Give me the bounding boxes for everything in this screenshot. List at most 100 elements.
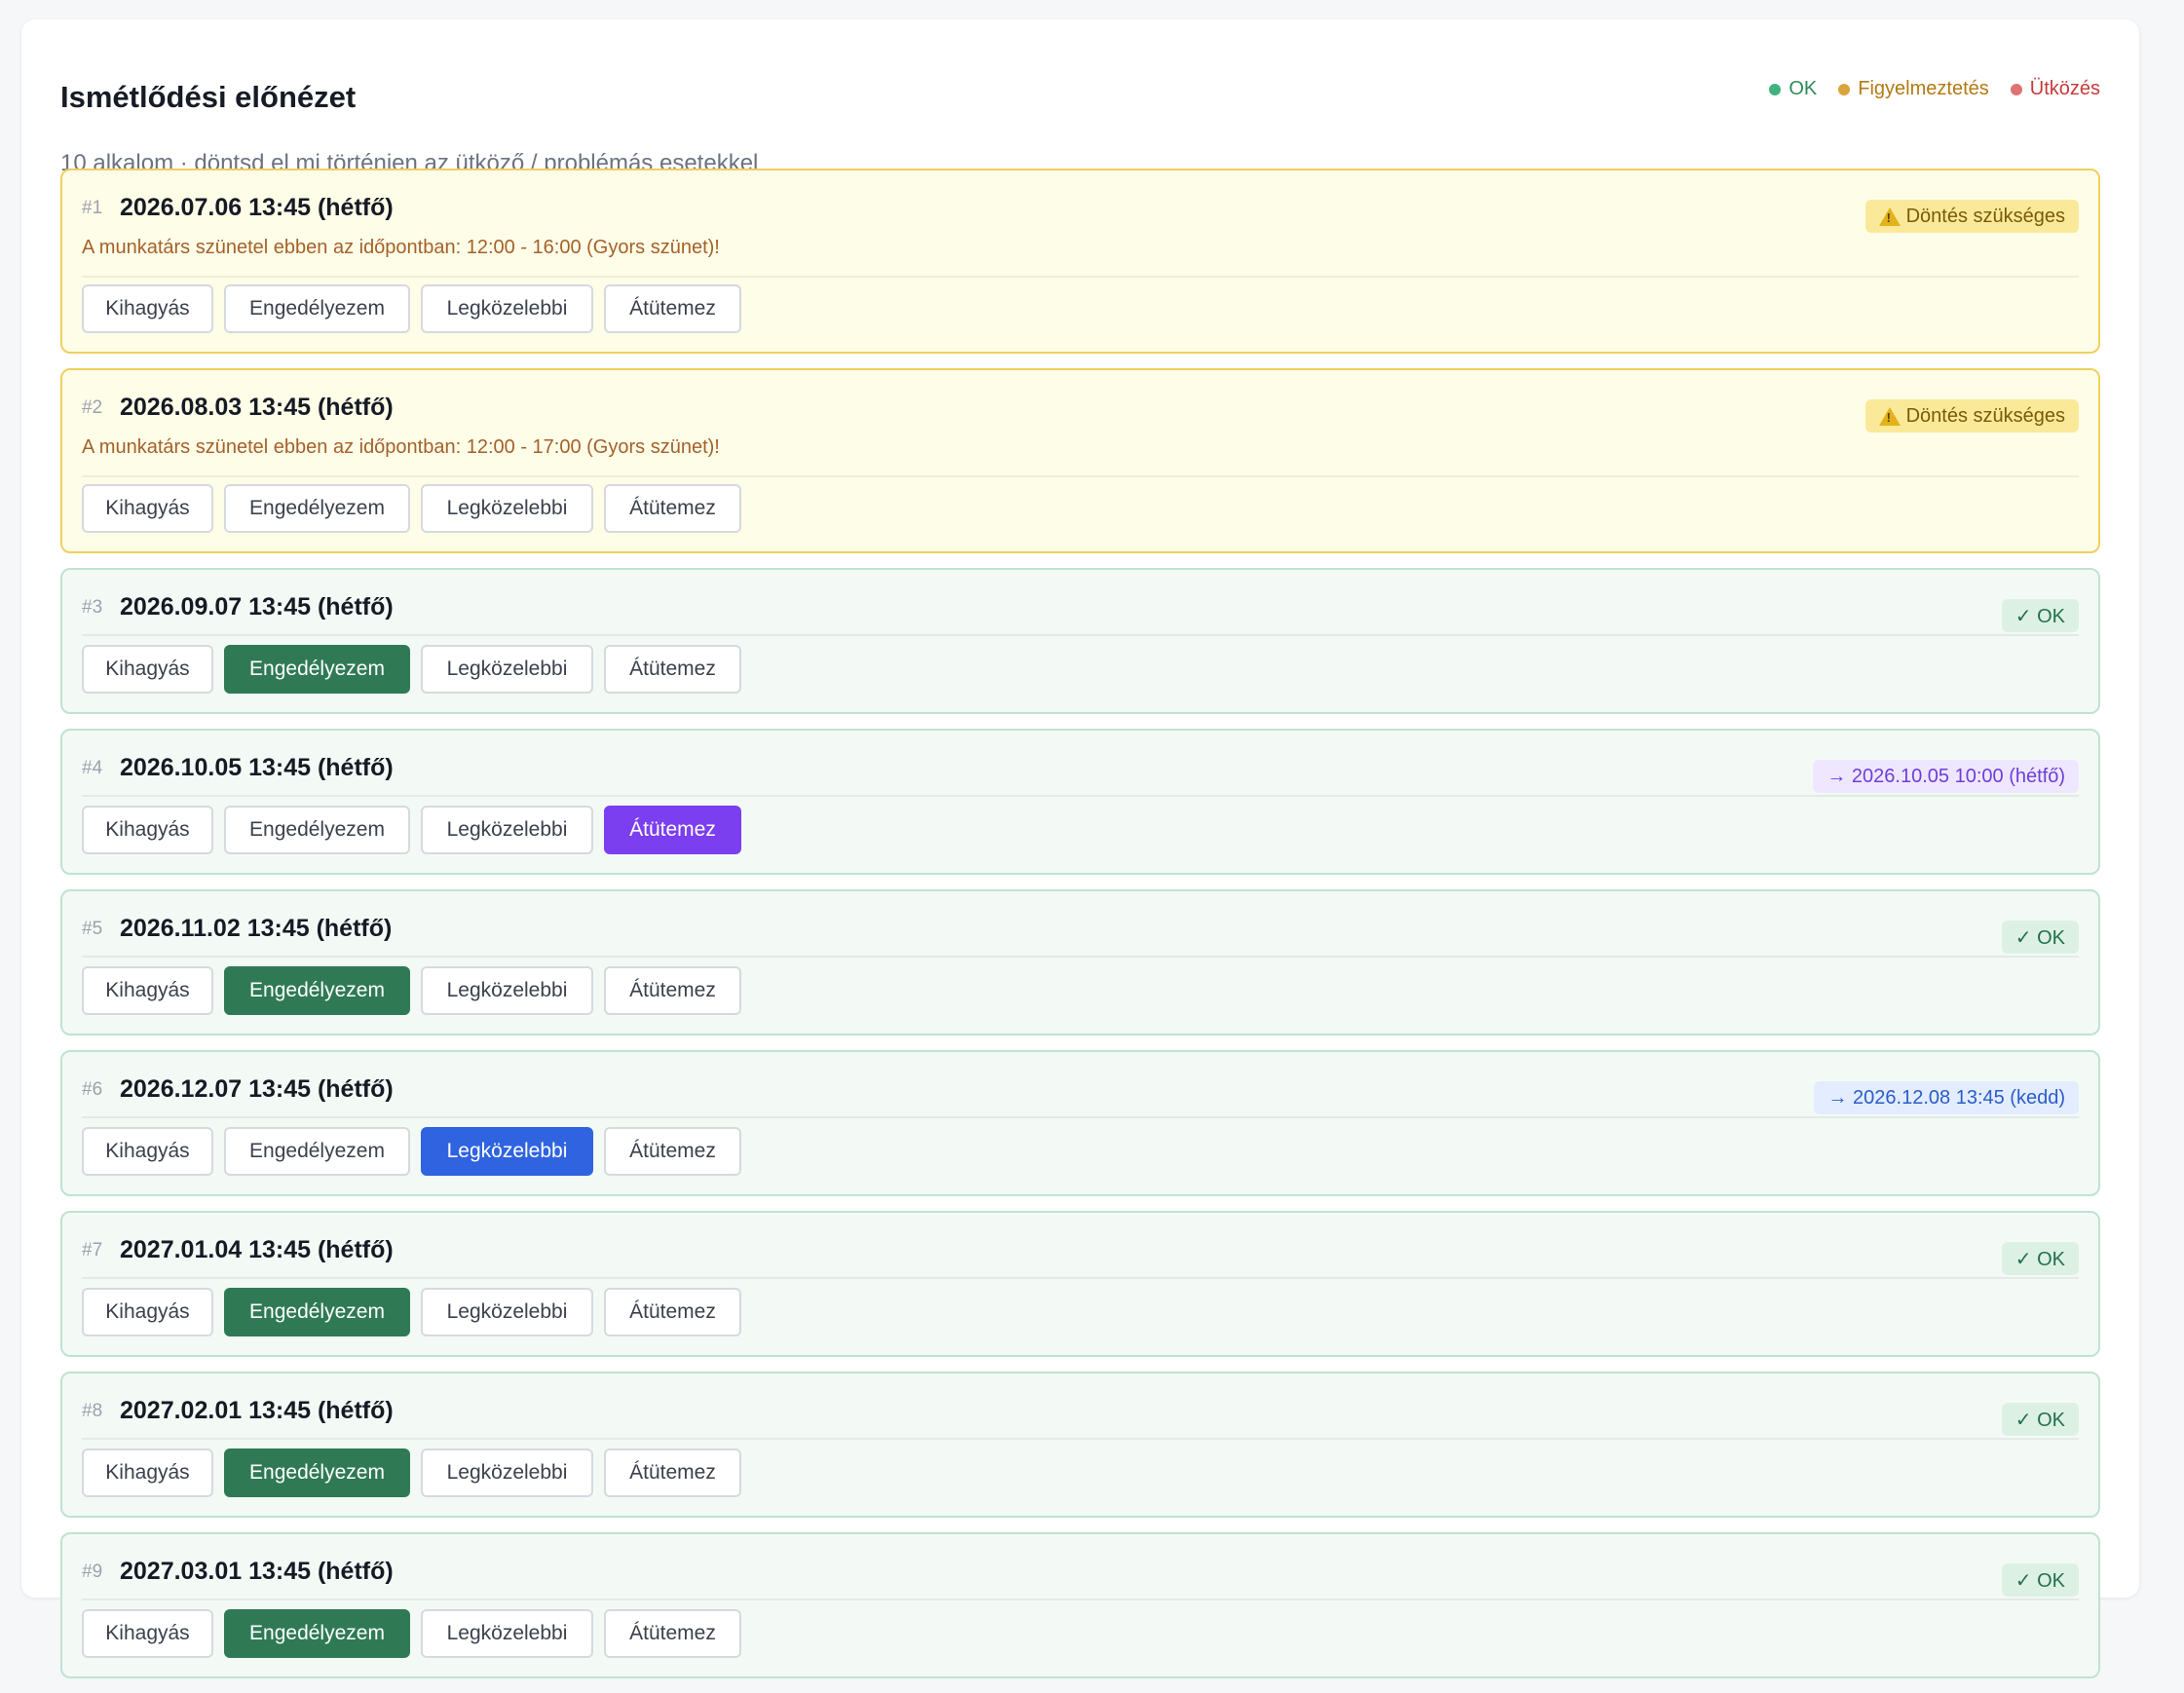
allow-button[interactable]: Engedélyezem xyxy=(224,966,410,1015)
occurrence-date: 2027.01.04 13:45 (hétfő) xyxy=(120,1236,394,1263)
occurrence-header: #3 2026.09.07 13:45 (hétfő) ✓ OK xyxy=(82,593,2079,632)
warning-dot-icon xyxy=(1838,83,1851,95)
occurrence-card: #1 2026.07.06 13:45 (hétfő) Döntés szükség… xyxy=(60,169,2100,354)
skip-button[interactable]: Kihagyás xyxy=(82,806,213,854)
reschedule-button[interactable]: Átütemez xyxy=(604,1609,741,1658)
occurrence-index: #1 xyxy=(82,198,103,218)
status-badge-label: Döntés szükséges xyxy=(1905,205,2065,227)
occurrence-actions: Kihagyás Engedélyezem Legközelebbi Átütemez xyxy=(82,966,741,1015)
warning-icon xyxy=(1878,207,1901,226)
status-badge: Döntés szükséges xyxy=(1864,399,2079,433)
divider xyxy=(82,1599,2079,1600)
occurrence-date: 2027.03.01 13:45 (hétfő) xyxy=(120,1558,394,1585)
legend-warning-label: Figyelmeztetés xyxy=(1858,78,1989,99)
allow-button[interactable]: Engedélyezem xyxy=(224,1127,410,1176)
nearest-button[interactable]: Legközelebbi xyxy=(421,1127,593,1176)
occurrence-index: #8 xyxy=(82,1401,103,1421)
nearest-button[interactable]: Legközelebbi xyxy=(421,1448,593,1497)
occurrence-list: #1 2026.07.06 13:45 (hétfő) Döntés szükség… xyxy=(60,169,2100,1693)
occurrence-card: #4 2026.10.05 13:45 (hétfő) → 2026.10.05 1… xyxy=(60,729,2100,875)
status-badge: → 2026.10.05 10:00 (hétfő) xyxy=(1813,760,2079,793)
divider xyxy=(82,1277,2079,1279)
occurrence-card: #2 2026.08.03 13:45 (hétfő) Döntés szükség… xyxy=(60,368,2100,553)
reschedule-button[interactable]: Átütemez xyxy=(604,1288,741,1336)
occurrence-date: 2027.02.01 13:45 (hétfő) xyxy=(120,1397,394,1424)
nearest-button[interactable]: Legközelebbi xyxy=(421,284,593,333)
allow-button[interactable]: Engedélyezem xyxy=(224,1609,410,1658)
occurrence-index: #7 xyxy=(82,1240,103,1260)
legend-ok-label: OK xyxy=(1789,78,1818,99)
legend-conflict-label: Ütközés xyxy=(2029,78,2100,99)
reschedule-button[interactable]: Átütemez xyxy=(604,806,741,854)
status-badge-label: → 2026.12.08 13:45 (kedd) xyxy=(1827,1086,2065,1109)
allow-button[interactable]: Engedélyezem xyxy=(224,1288,410,1336)
occurrence-header: #9 2027.03.01 13:45 (hétfő) ✓ OK xyxy=(82,1558,2079,1597)
occurrence-header: #6 2026.12.07 13:45 (hétfő) → 2026.12.08 1… xyxy=(82,1075,2079,1114)
skip-button[interactable]: Kihagyás xyxy=(82,966,213,1015)
skip-button[interactable]: Kihagyás xyxy=(82,645,213,694)
skip-button[interactable]: Kihagyás xyxy=(82,1288,213,1336)
occurrence-date: 2026.10.05 13:45 (hétfő) xyxy=(120,754,394,781)
ok-dot-icon xyxy=(1769,83,1782,95)
divider xyxy=(82,634,2079,636)
reschedule-button[interactable]: Átütemez xyxy=(604,484,741,533)
reschedule-button[interactable]: Átütemez xyxy=(604,1448,741,1497)
skip-button[interactable]: Kihagyás xyxy=(82,484,213,533)
skip-button[interactable]: Kihagyás xyxy=(82,1448,213,1497)
recurrence-preview-panel: Ismétlődési előnézet 10 alkalom · döntsd… xyxy=(21,19,2139,1678)
allow-button[interactable]: Engedélyezem xyxy=(224,1448,410,1497)
occurrence-index: #5 xyxy=(82,919,103,939)
status-badge: ✓ OK xyxy=(2001,921,2079,954)
reschedule-button[interactable]: Átütemez xyxy=(604,645,741,694)
occurrence-date: 2026.12.07 13:45 (hétfő) xyxy=(120,1075,394,1103)
warning-icon xyxy=(1878,406,1901,426)
legend-warning: Figyelmeztetés xyxy=(1838,78,1989,100)
skip-button[interactable]: Kihagyás xyxy=(82,284,213,333)
reschedule-button[interactable]: Átütemez xyxy=(604,284,741,333)
occurrence-card: #7 2027.01.04 13:45 (hétfő) ✓ OK Kihagyás En… xyxy=(60,1211,2100,1357)
occurrence-card: #6 2026.12.07 13:45 (hétfő) → 2026.12.08 1… xyxy=(60,1050,2100,1196)
nearest-button[interactable]: Legközelebbi xyxy=(421,1288,593,1336)
nearest-button[interactable]: Legközelebbi xyxy=(421,645,593,694)
status-badge-label: ✓ OK xyxy=(2015,1409,2065,1431)
occurrence-index: #6 xyxy=(82,1079,103,1100)
occurrence-actions: Kihagyás Engedélyezem Legközelebbi Átütemez xyxy=(82,806,741,854)
occurrence-header: #2 2026.08.03 13:45 (hétfő) Döntés szükség… xyxy=(82,394,2079,433)
occurrence-actions: Kihagyás Engedélyezem Legközelebbi Átütemez xyxy=(82,284,741,333)
allow-button[interactable]: Engedélyezem xyxy=(224,284,410,333)
occurrence-actions: Kihagyás Engedélyezem Legközelebbi Átütemez xyxy=(82,1127,741,1176)
status-badge-label: ✓ OK xyxy=(2015,926,2065,949)
divider xyxy=(82,795,2079,797)
divider xyxy=(82,276,2079,278)
occurrence-actions: Kihagyás Engedélyezem Legközelebbi Átütemez xyxy=(82,484,741,533)
skip-button[interactable]: Kihagyás xyxy=(82,1127,213,1176)
occurrence-header: #7 2027.01.04 13:45 (hétfő) ✓ OK xyxy=(82,1236,2079,1275)
status-badge: ✓ OK xyxy=(2001,1403,2079,1436)
occurrence-date: 2026.07.06 13:45 (hétfő) xyxy=(120,194,394,221)
conflict-message: A munkatárs szünetel ebben az időpontban… xyxy=(82,237,720,258)
allow-button[interactable]: Engedélyezem xyxy=(224,806,410,854)
occurrence-date: 2026.09.07 13:45 (hétfő) xyxy=(120,593,394,621)
nearest-button[interactable]: Legközelebbi xyxy=(421,966,593,1015)
skip-button[interactable]: Kihagyás xyxy=(82,1609,213,1658)
divider xyxy=(82,475,2079,477)
occurrence-card: #9 2027.03.01 13:45 (hétfő) ✓ OK Kihagyás En… xyxy=(60,1532,2100,1678)
status-badge: ✓ OK xyxy=(2001,1563,2079,1597)
nearest-button[interactable]: Legközelebbi xyxy=(421,1609,593,1658)
occurrence-actions: Kihagyás Engedélyezem Legközelebbi Átütemez xyxy=(82,1609,741,1658)
nearest-button[interactable]: Legközelebbi xyxy=(421,806,593,854)
reschedule-button[interactable]: Átütemez xyxy=(604,966,741,1015)
occurrence-index: #2 xyxy=(82,397,103,418)
occurrence-header: #1 2026.07.06 13:45 (hétfő) Döntés szükség… xyxy=(82,194,2079,233)
status-badge-label: ✓ OK xyxy=(2015,1569,2065,1592)
nearest-button[interactable]: Legközelebbi xyxy=(421,484,593,533)
occurrence-card: #5 2026.11.02 13:45 (hétfő) ✓ OK Kihagyás En… xyxy=(60,889,2100,1035)
occurrence-actions: Kihagyás Engedélyezem Legközelebbi Átütemez xyxy=(82,1288,741,1336)
allow-button[interactable]: Engedélyezem xyxy=(224,645,410,694)
status-badge-label: Döntés szükséges xyxy=(1905,404,2065,427)
allow-button[interactable]: Engedélyezem xyxy=(224,484,410,533)
reschedule-button[interactable]: Átütemez xyxy=(604,1127,741,1176)
status-badge: ✓ OK xyxy=(2001,1242,2079,1275)
status-legend: OK Figyelmeztetés Ütközés xyxy=(1769,78,2100,100)
legend-ok: OK xyxy=(1769,78,1817,100)
